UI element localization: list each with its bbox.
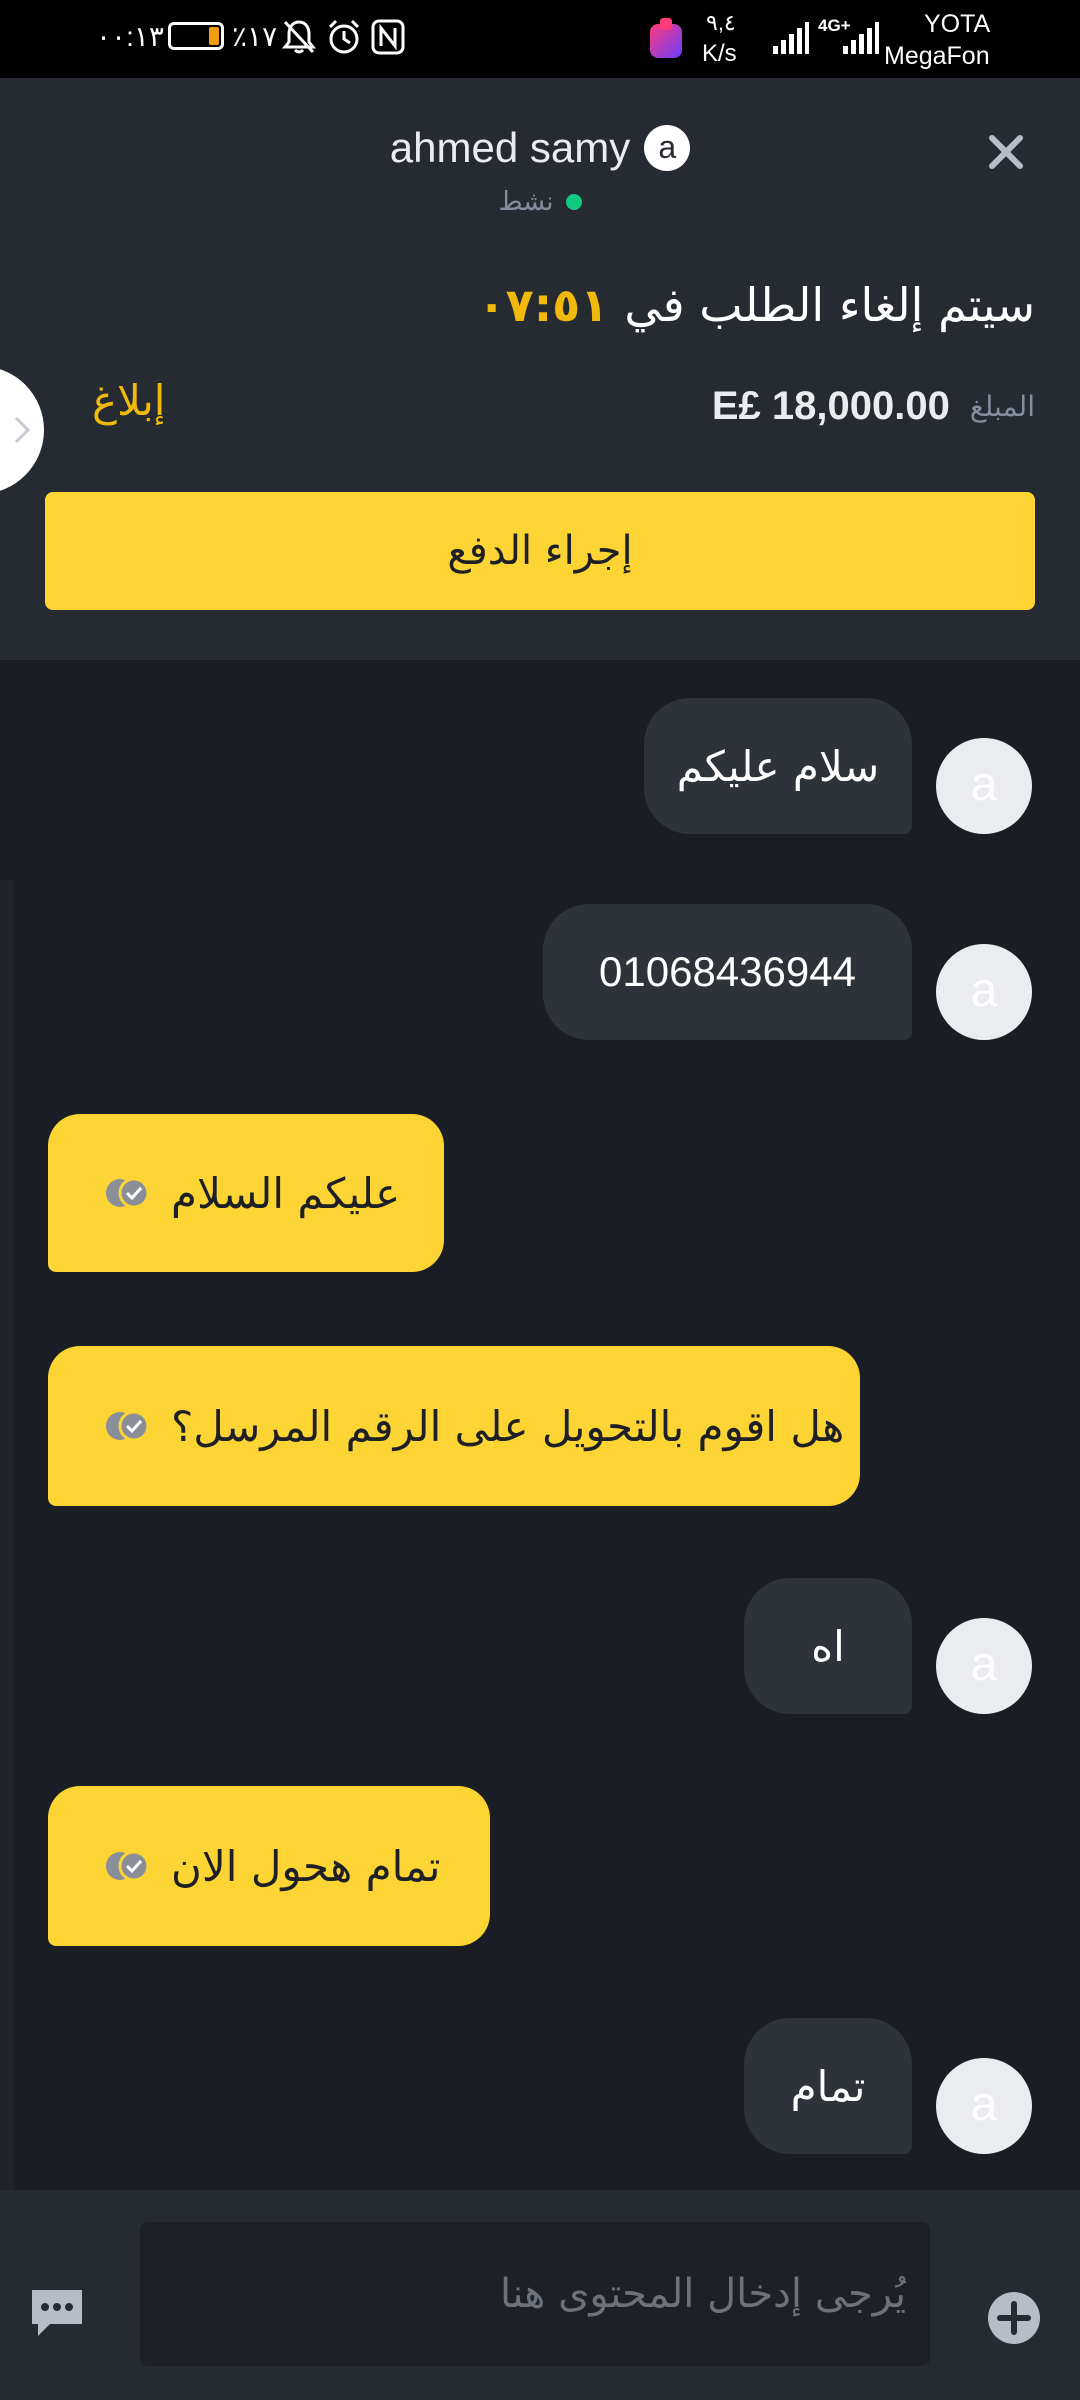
message-text: اه [811,1621,845,1671]
read-check-icon [106,1177,150,1209]
network-speed-unit: K/s [702,40,737,67]
network-speed-value: ٩,٤ [706,10,736,35]
carrier-1: YOTA [924,10,991,38]
contact-avatar-small: a [644,125,691,171]
sender-avatar: a [936,1618,1032,1714]
message-text: هل اقوم بالتحويل على الرقم المرسل؟ [171,1401,845,1451]
status-text: نشط [498,187,554,217]
report-link[interactable]: إبلاغ [92,376,165,425]
app-notification-icon [650,18,682,58]
online-status: نشط [0,182,1080,222]
signal-icon [773,22,809,54]
message-bubble-received: اه [744,1578,912,1714]
message-bubble-sent: عليكم السلام [48,1114,444,1272]
battery-percent: ٪١٧ [232,21,278,52]
amount-value: E£ 18,000.00 [711,383,950,428]
message-bubble-sent: تمام هحول الان [48,1786,490,1946]
message-bubble-received: سلام عليكم [644,698,912,834]
cancel-text: سيتم إلغاء الطلب في [624,278,1035,332]
status-time: ٠٠:١٣ [96,21,164,52]
add-attachment-icon[interactable] [986,2290,1042,2346]
status-bar: ٠٠:١٣ ٪١٧ ٩,٤ K/s 4G+ YOTA MegaFon [0,0,1080,78]
contact-title: ahmed samy a [0,118,1080,178]
message-text: تمام هحول الان [171,1841,441,1891]
message-input[interactable] [140,2222,930,2366]
amount-row: المبلغ E£ 18,000.00 [712,376,1035,436]
bell-off-icon [282,20,316,54]
carrier-2: MegaFon [884,42,990,70]
amount-label: المبلغ [969,389,1035,423]
countdown-timer: ٠٧:٥١ [477,278,609,332]
battery-icon [168,22,224,50]
message-bubble-received: 01068436944 [543,904,912,1040]
signal-icon-2 [843,22,879,54]
quick-reply-icon[interactable] [28,2286,86,2340]
message-text: تمام [790,2061,866,2111]
sender-avatar: a [936,738,1032,834]
chevron-right-icon [14,416,31,444]
alarm-icon [328,19,360,54]
read-check-icon [106,1850,150,1882]
sender-avatar: a [936,944,1032,1040]
contact-name[interactable]: ahmed samy [390,124,630,172]
chat-divider [0,880,14,2190]
message-bubble-sent: هل اقوم بالتحويل على الرقم المرسل؟ [48,1346,860,1506]
message-text: سلام عليكم [676,741,880,791]
message-bubble-received: تمام [744,2018,912,2154]
nfc-icon [371,19,405,55]
cancel-countdown: سيتم إلغاء الطلب في ٠٧:٥١ [478,270,1035,340]
online-dot-icon [565,194,582,210]
message-text: عليكم السلام [171,1168,401,1218]
sender-avatar: a [936,2058,1032,2154]
read-check-icon [106,1410,150,1442]
message-text[interactable]: 01068436944 [599,948,856,996]
close-icon[interactable] [986,132,1026,172]
make-payment-button[interactable]: إجراء الدفع [45,492,1035,610]
